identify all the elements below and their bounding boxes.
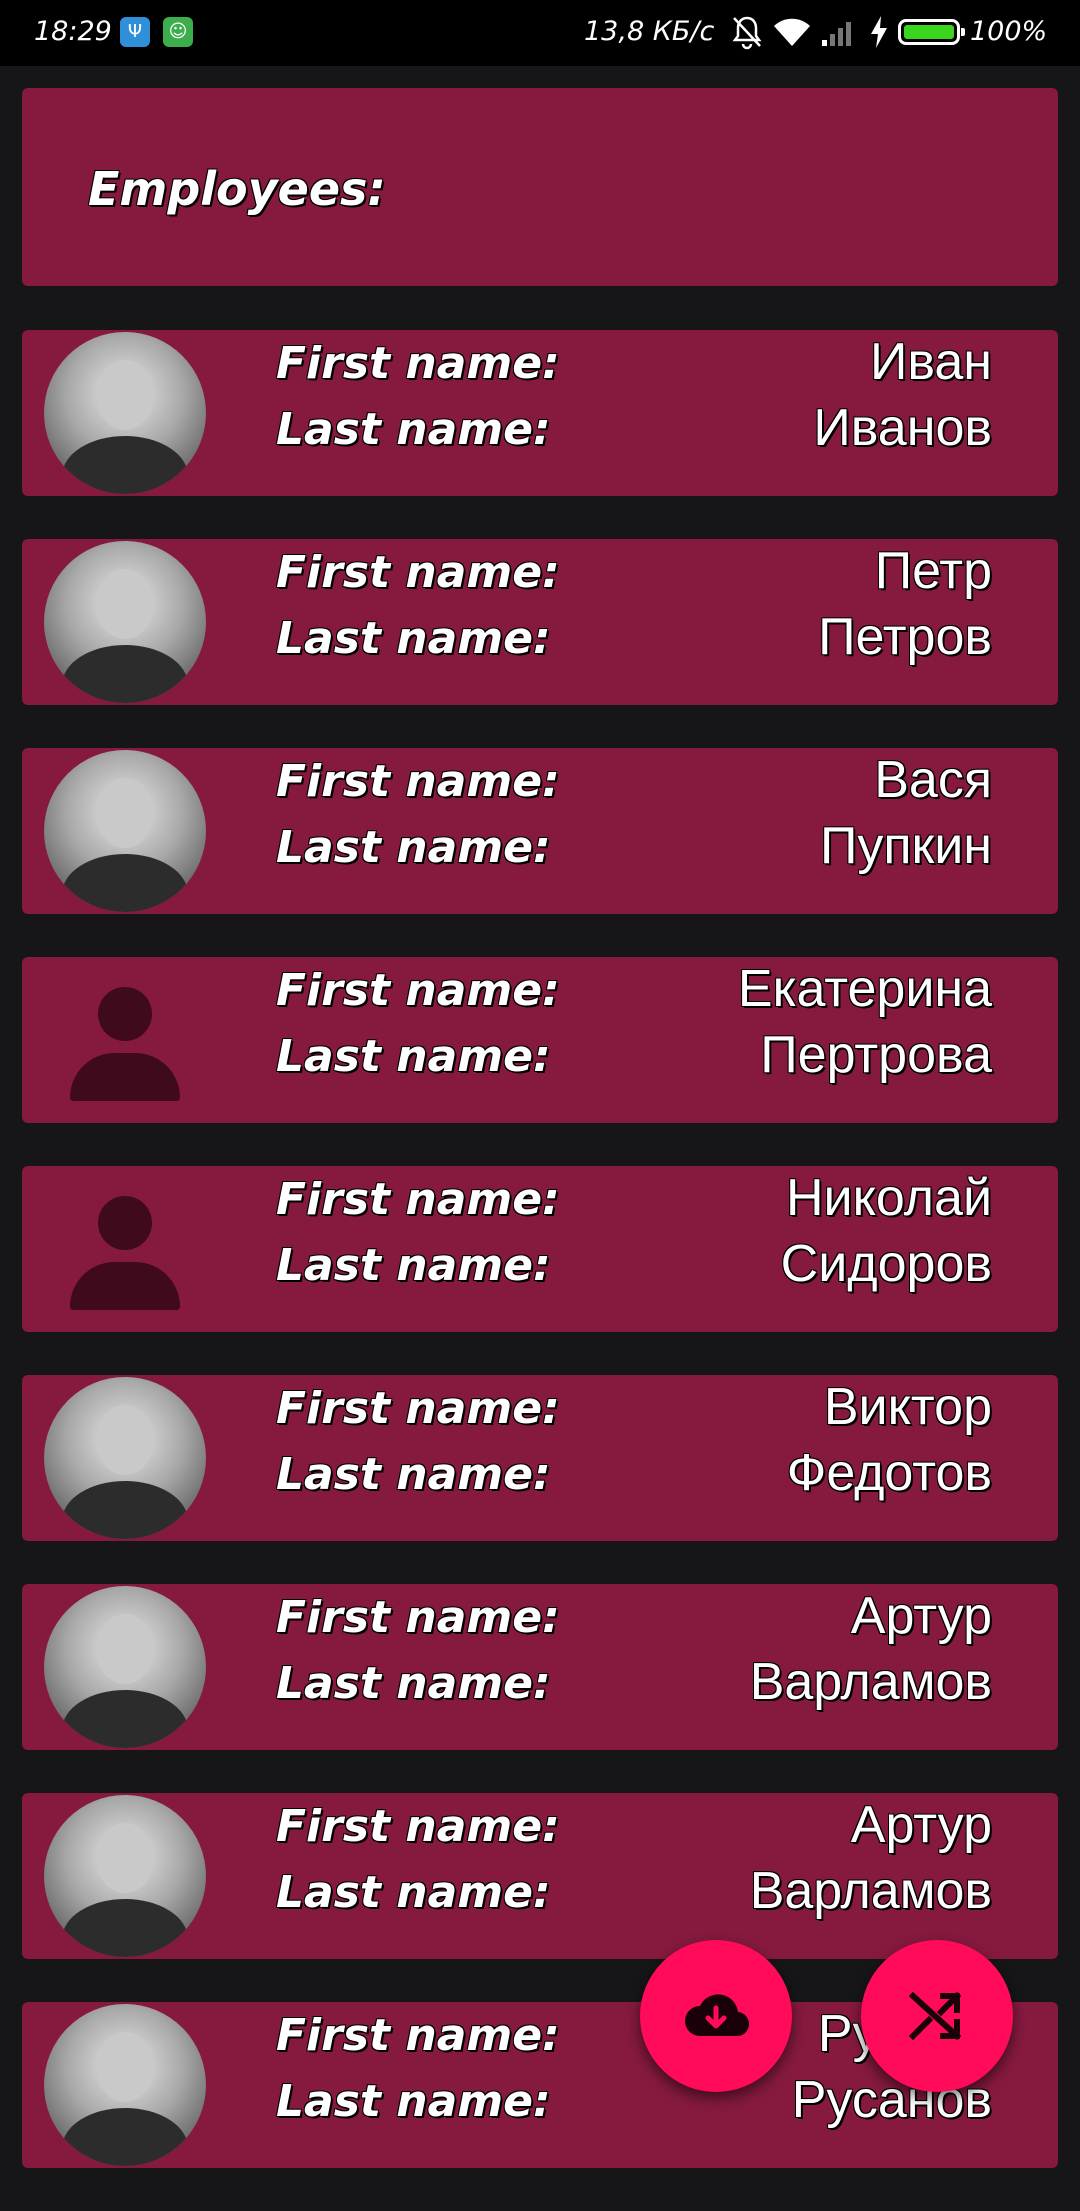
shuffle-button[interactable] [861, 1940, 1013, 2092]
photo-head [96, 1614, 154, 1684]
bell-muted-icon [732, 16, 762, 50]
first-name-value: Иван [869, 333, 992, 391]
first-name-label: First name: [276, 1592, 560, 1643]
avatar-photo [44, 750, 206, 912]
placeholder-head [98, 987, 152, 1041]
last-name-label: Last name: [276, 2076, 551, 2127]
first-name-label: First name: [276, 1174, 560, 1225]
photo-head [96, 360, 154, 430]
first-name-label: First name: [276, 2010, 560, 2061]
photo-body [62, 645, 188, 703]
last-name-value: Варламов [749, 1653, 992, 1711]
photo-body [62, 436, 188, 494]
battery-indicator [898, 19, 965, 45]
photo-body [62, 2108, 188, 2166]
last-name-value: Пупкин [819, 817, 992, 875]
avatar-photo [44, 541, 206, 703]
first-name-label: First name: [276, 756, 560, 807]
first-name-label: First name: [276, 547, 560, 598]
avatar-photo [44, 1377, 206, 1539]
photo-head [96, 1405, 154, 1475]
page-title: Employees: [88, 162, 386, 216]
first-name-value: Петр [874, 542, 992, 600]
last-name-value: Варламов [749, 1862, 992, 1920]
photo-head [96, 569, 154, 639]
photo-body [62, 1690, 188, 1748]
employee-card[interactable]: First name: Last name: Виктор Федотов [22, 1375, 1058, 1541]
first-name-label: First name: [276, 338, 560, 389]
employee-card[interactable]: First name: Last name: Иван Иванов [22, 330, 1058, 496]
first-name-label: First name: [276, 965, 560, 1016]
first-name-value: Артур [850, 1587, 992, 1645]
first-name-value: Екатерина [737, 960, 992, 1018]
last-name-value: Сидоров [780, 1235, 992, 1293]
header-card: Employees: [22, 88, 1058, 286]
placeholder-body [70, 1053, 180, 1101]
first-name-label: First name: [276, 1801, 560, 1852]
status-bar: 18:29 Ψ ☺ 13,8 КБ/с 100% [0, 0, 1080, 66]
battery-fill [904, 25, 954, 39]
employee-card[interactable]: First name: Last name: Вася Пупкин [22, 748, 1058, 914]
placeholder-body [70, 1262, 180, 1310]
person-placeholder-icon [44, 959, 206, 1121]
last-name-label: Last name: [276, 613, 551, 664]
photo-head [96, 2032, 154, 2102]
person-placeholder-icon [44, 1168, 206, 1330]
photo-body [62, 1481, 188, 1539]
last-name-label: Last name: [276, 1449, 551, 1500]
avatar-photo [44, 1795, 206, 1957]
charging-bolt-icon [871, 16, 887, 48]
first-name-value: Николай [785, 1169, 992, 1227]
employee-list[interactable]: First name: Last name: Иван Иванов First nam… [22, 330, 1058, 2211]
cloud-download-icon [685, 1994, 750, 2037]
network-speed: 13,8 КБ/с [584, 16, 715, 47]
last-name-label: Last name: [276, 1867, 551, 1918]
trident-app-icon: Ψ [120, 17, 150, 47]
employee-card[interactable]: First name: Last name: Петр Петров [22, 539, 1058, 705]
employee-card[interactable]: First name: Last name: Артур Варламов [22, 1793, 1058, 1959]
last-name-label: Last name: [276, 1031, 551, 1082]
employee-card[interactable]: First name: Last name: Екатерина Пертрова [22, 957, 1058, 1123]
status-time: 18:29 [34, 16, 112, 47]
signal-icon [822, 22, 851, 46]
placeholder-head [98, 1196, 152, 1250]
last-name-label: Last name: [276, 1658, 551, 1709]
download-button[interactable] [640, 1940, 792, 2092]
last-name-value: Иванов [813, 399, 992, 457]
photo-body [62, 1899, 188, 1957]
employee-card[interactable]: First name: Last name: Артур Варламов [22, 1584, 1058, 1750]
shuffle-icon [908, 1991, 962, 2041]
last-name-label: Last name: [276, 1240, 551, 1291]
last-name-value: Петров [818, 608, 992, 666]
wifi-icon [774, 18, 810, 46]
photo-head [96, 778, 154, 848]
avatar-photo [44, 1586, 206, 1748]
last-name-label: Last name: [276, 822, 551, 873]
first-name-value: Артур [850, 1796, 992, 1854]
avatar-photo [44, 332, 206, 494]
photo-head [96, 1823, 154, 1893]
photo-body [62, 854, 188, 912]
last-name-label: Last name: [276, 404, 551, 455]
first-name-value: Вася [874, 751, 992, 809]
battery-percent: 100% [970, 16, 1048, 47]
employee-card[interactable]: First name: Last name: Николай Сидоров [22, 1166, 1058, 1332]
avatar-photo [44, 2004, 206, 2166]
first-name-label: First name: [276, 1383, 560, 1434]
cat-app-icon: ☺ [163, 17, 193, 47]
last-name-value: Федотов [786, 1444, 992, 1502]
last-name-value: Пертрова [760, 1026, 992, 1084]
first-name-value: Виктор [823, 1378, 992, 1436]
